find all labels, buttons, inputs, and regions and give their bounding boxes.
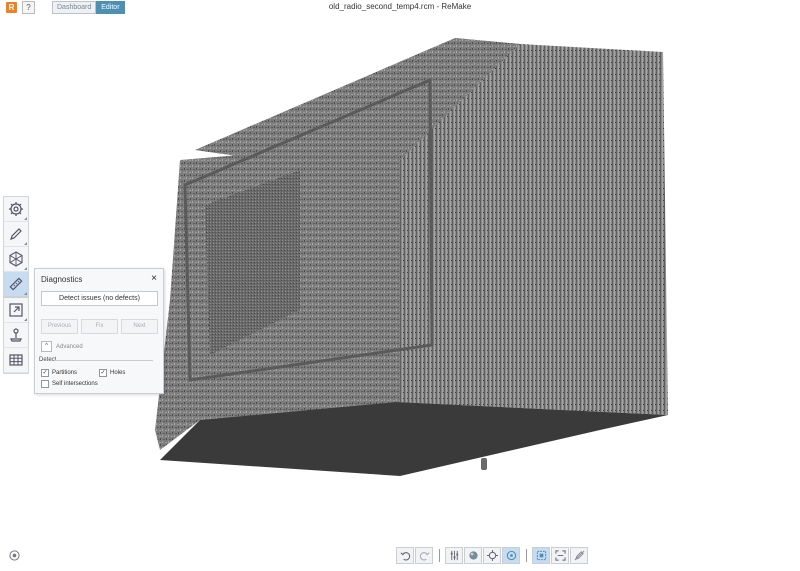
fix-button[interactable]: Fix <box>81 319 118 334</box>
expand-indicator-icon <box>24 217 27 220</box>
detect-heading: Detect <box>39 357 57 363</box>
toolbar-divider <box>439 549 440 562</box>
divider <box>55 360 153 361</box>
issue-navigation: Previous Fix Next <box>41 319 158 334</box>
undo-button[interactable] <box>396 547 414 564</box>
select-frame-button[interactable] <box>532 547 550 564</box>
grid-icon <box>9 354 23 366</box>
close-icon[interactable]: × <box>151 273 157 284</box>
expand-indicator-icon <box>24 242 27 245</box>
top-bar: R ? Dashboard Editor old_radio_second_te… <box>0 0 800 14</box>
info-icon <box>506 550 516 561</box>
self-intersections-checkbox[interactable] <box>41 380 49 388</box>
expand-indicator-icon <box>24 292 27 295</box>
pencil-icon <box>10 228 22 240</box>
settings-tool[interactable] <box>4 197 28 222</box>
chevron-up-icon[interactable]: ^ <box>41 341 52 352</box>
advanced-row[interactable]: ^ Advanced <box>41 341 83 352</box>
shading-button[interactable] <box>464 547 482 564</box>
fit-view-button[interactable] <box>551 547 569 564</box>
gear-icon <box>9 202 23 216</box>
expand-indicator-icon <box>24 267 27 270</box>
detect-issues-button[interactable]: Detect issues (no defects) <box>41 291 158 306</box>
redo-icon <box>419 552 429 561</box>
holes-checkbox[interactable]: ✓ <box>99 369 107 377</box>
shading-icon <box>468 551 478 560</box>
expand-indicator-icon <box>24 318 27 321</box>
export-tool[interactable] <box>4 298 28 323</box>
select-frame-icon <box>536 550 546 561</box>
left-toolbar <box>3 196 29 374</box>
publish-tool[interactable] <box>4 323 28 348</box>
orbit-center-button[interactable] <box>483 547 501 564</box>
partitions-option[interactable]: ✓ Partitions <box>41 369 77 377</box>
panel-title: Diagnostics <box>41 275 83 284</box>
navigation-widget-icon[interactable] <box>9 550 20 561</box>
partitions-label: Partitions <box>52 370 78 376</box>
no-edit-button[interactable] <box>570 547 588 564</box>
undo-icon <box>400 552 410 561</box>
orbit-center-icon <box>486 550 498 561</box>
holes-label: Holes <box>110 370 126 376</box>
joystick-icon <box>10 328 22 342</box>
advanced-label: Advanced <box>56 343 83 350</box>
self-intersections-label: Self intersections <box>52 381 98 387</box>
redo-button[interactable] <box>415 547 433 564</box>
diagnostics-tool[interactable] <box>4 272 28 298</box>
fit-view-icon <box>554 550 566 561</box>
select-tool[interactable] <box>4 247 28 272</box>
export-icon <box>9 303 23 317</box>
previous-button[interactable]: Previous <box>41 319 78 334</box>
bottom-toolbar <box>396 547 589 564</box>
mesh-select-icon <box>9 251 23 267</box>
no-edit-icon <box>574 550 584 561</box>
info-button[interactable] <box>502 547 520 564</box>
adjust-button[interactable] <box>445 547 463 564</box>
window-title: old_radio_second_temp4.rcm - ReMake <box>328 2 472 11</box>
adjust-icon <box>450 550 458 561</box>
partitions-checkbox[interactable]: ✓ <box>41 369 49 377</box>
ruler-icon <box>9 277 23 291</box>
edit-tool[interactable] <box>4 222 28 247</box>
toolbar-divider <box>526 549 527 562</box>
self-intersections-option[interactable]: Self intersections <box>41 380 98 388</box>
diagnostics-panel: Diagnostics × Detect issues (no defects)… <box>34 268 164 394</box>
next-button[interactable]: Next <box>121 319 158 334</box>
mesh-leg <box>481 458 487 470</box>
holes-option[interactable]: ✓ Holes <box>99 369 125 377</box>
grid-tool[interactable] <box>4 348 28 373</box>
